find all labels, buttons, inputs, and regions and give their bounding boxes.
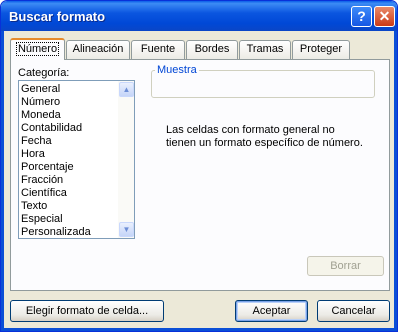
list-item[interactable]: Fracción [21, 174, 63, 187]
tab-tramas-label: Tramas [246, 43, 284, 55]
category-listbox[interactable]: General Número Moneda Contabilidad Fecha… [18, 80, 135, 239]
tab-bordes[interactable]: Bordes [186, 40, 238, 59]
tab-proteger[interactable]: Proteger [292, 40, 350, 59]
ok-button[interactable]: Aceptar [235, 300, 308, 322]
list-item[interactable]: Porcentaje [21, 161, 74, 174]
list-item[interactable]: Científica [21, 187, 67, 200]
help-button[interactable]: ? [351, 6, 372, 27]
close-button[interactable]: ✕ [374, 6, 395, 27]
tab-fuente-label: Fuente [140, 43, 176, 55]
close-icon: ✕ [378, 8, 391, 24]
tab-numero-label: Número [15, 42, 60, 56]
window-frame-right [394, 31, 397, 331]
help-icon: ? [357, 8, 366, 24]
cancel-button[interactable]: Cancelar [317, 300, 390, 322]
tab-numero[interactable]: Número [10, 38, 65, 60]
scroll-down-button[interactable]: ▼ [119, 222, 134, 237]
title-bar[interactable]: Buscar formato ? ✕ [1, 1, 397, 31]
list-item[interactable]: Número [21, 96, 60, 109]
list-item[interactable]: Personalizada [21, 226, 91, 239]
tab-bordes-label: Bordes [194, 43, 230, 55]
list-item[interactable]: Moneda [21, 109, 61, 122]
tab-fuente[interactable]: Fuente [131, 40, 185, 59]
list-item[interactable]: Texto [21, 200, 47, 213]
scroll-down-icon: ▼ [122, 225, 131, 234]
scroll-up-button[interactable]: ▲ [119, 82, 134, 97]
sample-label: Muestra [155, 64, 199, 76]
tab-tramas[interactable]: Tramas [239, 40, 291, 59]
window-frame-left [1, 31, 4, 331]
list-item[interactable]: Especial [21, 213, 63, 226]
category-scrollbar[interactable]: ▲ ▼ [118, 81, 134, 238]
list-item[interactable]: General [21, 83, 60, 96]
format-description: Las celdas con formato general no tienen… [166, 124, 363, 149]
tab-alineacion[interactable]: Alineación [66, 40, 130, 59]
list-item[interactable]: Fecha [21, 135, 52, 148]
clear-button[interactable]: Borrar [307, 256, 384, 276]
list-item[interactable]: Contabilidad [21, 122, 82, 135]
tab-alineacion-label: Alineación [72, 43, 124, 55]
tab-proteger-label: Proteger [299, 43, 343, 55]
window-frame-bottom [1, 328, 397, 331]
choose-cell-format-button[interactable]: Elegir formato de celda... [10, 300, 164, 322]
find-format-dialog: Buscar formato ? ✕ Número Alineación Fue… [0, 0, 398, 332]
number-tab-panel: Categoría: General Número Moneda Contabi… [10, 59, 390, 291]
window-title: Buscar formato [9, 9, 106, 24]
category-label: Categoría: [18, 67, 70, 79]
list-item[interactable]: Hora [21, 148, 45, 161]
scroll-up-icon: ▲ [122, 85, 131, 94]
